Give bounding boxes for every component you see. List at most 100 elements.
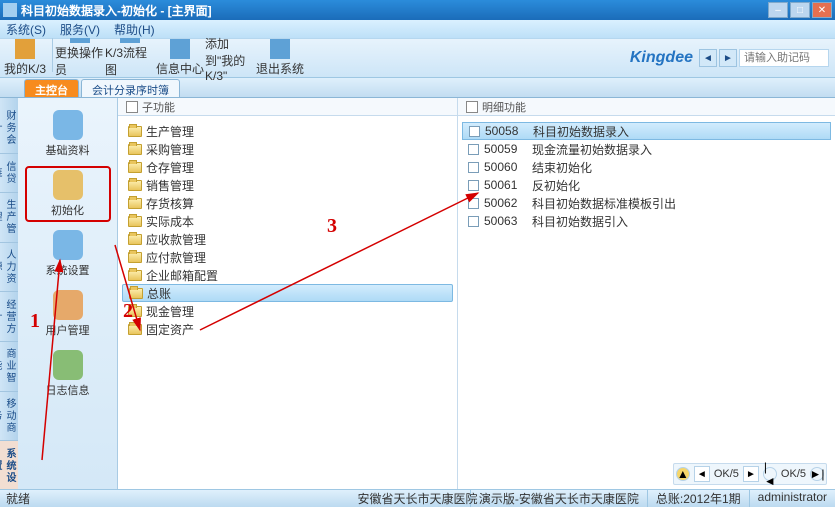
toolbar-我的K/3[interactable]: 我的K/3 bbox=[0, 38, 50, 78]
pager-first-button[interactable]: |◄ bbox=[763, 467, 777, 481]
nav-forward-button[interactable]: ► bbox=[719, 49, 737, 67]
close-button[interactable]: ✕ bbox=[812, 2, 832, 18]
sub-item-仓存管理[interactable]: 仓存管理 bbox=[122, 158, 453, 176]
content-area: 子功能 生产管理采购管理仓存管理销售管理存货核算实际成本应收款管理应付款管理企业… bbox=[118, 98, 835, 491]
sidetab-5[interactable]: 商业智能 bbox=[0, 342, 18, 392]
sidetab-0[interactable]: 财务会计 bbox=[0, 104, 18, 154]
pager-prev-button[interactable]: ◄ bbox=[694, 466, 710, 482]
detail-code: 50060 bbox=[484, 160, 524, 174]
sub-item-label: 仓存管理 bbox=[146, 159, 194, 176]
status-edition: 演示版-安徽省天长市天康医院 bbox=[470, 490, 647, 507]
tab-row: 主控台 会计分录序时簿 bbox=[0, 78, 835, 98]
sub-item-存货核算[interactable]: 存货核算 bbox=[122, 194, 453, 212]
detail-checkbox[interactable] bbox=[468, 216, 479, 227]
sub-item-实际成本[interactable]: 实际成本 bbox=[122, 212, 453, 230]
sub-item-企业邮箱配置[interactable]: 企业邮箱配置 bbox=[122, 266, 453, 284]
detail-label: 结束初始化 bbox=[532, 159, 592, 176]
nav-panel: 基础资料初始化系统设置用户管理日志信息 bbox=[18, 98, 118, 491]
tab-journal[interactable]: 会计分录序时簿 bbox=[81, 79, 180, 97]
toolbar-icon bbox=[120, 38, 140, 43]
statusbar: 就绪 安徽省天长市天康医院 演示版-安徽省天长市天康医院 总账:2012年1期 … bbox=[0, 489, 835, 507]
toolbar-icon bbox=[15, 39, 35, 59]
detail-item-50059[interactable]: 50059现金流量初始数据录入 bbox=[462, 140, 831, 158]
sub-item-应付款管理[interactable]: 应付款管理 bbox=[122, 248, 453, 266]
nav-item-用户管理[interactable]: 用户管理 bbox=[25, 286, 111, 342]
window-title: 科目初始数据录入-初始化 - [主界面] bbox=[21, 2, 768, 19]
detail-panel: 明细功能 50058科目初始数据录入50059现金流量初始数据录入 50060 结束… bbox=[458, 98, 835, 491]
sidetab-1[interactable]: 信贷链 bbox=[0, 154, 18, 193]
folder-icon bbox=[128, 252, 142, 263]
folder-icon bbox=[128, 234, 142, 245]
pager-next-button[interactable]: ► bbox=[743, 466, 759, 482]
toolbar-更换操作员[interactable]: 更换操作员 bbox=[55, 38, 105, 78]
sub-item-label: 总账 bbox=[147, 285, 171, 302]
nav-label: 用户管理 bbox=[46, 322, 90, 338]
folder-icon bbox=[128, 162, 142, 173]
sidetab-6[interactable]: 移动商务 bbox=[0, 392, 18, 442]
minimize-button[interactable]: – bbox=[768, 2, 788, 18]
sub-item-应收款管理[interactable]: 应收款管理 bbox=[122, 230, 453, 248]
menubar: 系统(S) 服务(V) 帮助(H) bbox=[0, 20, 835, 38]
detail-item-50058[interactable]: 50058科目初始数据录入 bbox=[462, 122, 831, 140]
sub-item-label: 现金管理 bbox=[146, 303, 194, 320]
nav-label: 初始化 bbox=[51, 202, 84, 218]
nav-item-初始化[interactable]: 初始化 bbox=[25, 166, 111, 222]
help-search-input[interactable] bbox=[739, 49, 829, 67]
sidetab-3[interactable]: 人力资源 bbox=[0, 243, 18, 293]
nav-item-系统设置[interactable]: 系统设置 bbox=[25, 226, 111, 282]
folder-icon bbox=[128, 270, 142, 281]
main-area: 财务会计信贷链生产管理人力资源经营方针商业智能移动商务系统设置 基础资料初始化系… bbox=[0, 98, 835, 491]
detail-label: 现金流量初始数据录入 bbox=[532, 141, 652, 158]
sidetab-7[interactable]: 系统设置 bbox=[0, 441, 18, 491]
tab-main-console[interactable]: 主控台 bbox=[24, 79, 79, 97]
menu-system[interactable]: 系统(S) bbox=[6, 21, 46, 38]
menu-service[interactable]: 服务(V) bbox=[60, 21, 100, 38]
sub-item-label: 企业邮箱配置 bbox=[146, 267, 218, 284]
status-period: 总账:2012年1期 bbox=[647, 490, 749, 507]
detail-checkbox[interactable] bbox=[468, 180, 479, 191]
sub-item-label: 实际成本 bbox=[146, 213, 194, 230]
folder-icon bbox=[129, 288, 143, 299]
detail-item-50061[interactable]: 50061反初始化 bbox=[462, 176, 831, 194]
maximize-button[interactable]: □ bbox=[790, 2, 810, 18]
menu-help[interactable]: 帮助(H) bbox=[114, 21, 155, 38]
detail-checkbox[interactable] bbox=[468, 162, 479, 173]
nav-item-基础资料[interactable]: 基础资料 bbox=[25, 106, 111, 162]
detail-checkbox[interactable] bbox=[468, 198, 479, 209]
sidetab-4[interactable]: 经营方针 bbox=[0, 292, 18, 342]
sub-item-固定资产[interactable]: 固定资产 bbox=[122, 320, 453, 338]
status-center: 安徽省天长市天康医院 bbox=[357, 490, 477, 507]
detail-panel-header: 明细功能 bbox=[458, 98, 835, 116]
nav-back-button[interactable]: ◄ bbox=[699, 49, 717, 67]
detail-label: 科目初始数据标准模板引出 bbox=[532, 195, 676, 212]
sub-item-label: 销售管理 bbox=[146, 177, 194, 194]
sidetab-2[interactable]: 生产管理 bbox=[0, 193, 18, 243]
toolbar-icon bbox=[170, 39, 190, 59]
sub-item-label: 应付款管理 bbox=[146, 249, 206, 266]
toolbar-退出系统[interactable]: 退出系统 bbox=[255, 38, 305, 78]
sub-item-生产管理[interactable]: 生产管理 bbox=[122, 122, 453, 140]
status-user: administrator bbox=[749, 490, 835, 507]
pager-last-button[interactable]: ►| bbox=[810, 467, 824, 481]
toolbar-K/3流程图[interactable]: K/3流程图 bbox=[105, 38, 155, 78]
folder-icon bbox=[128, 144, 142, 155]
toolbar-icon bbox=[70, 38, 90, 43]
detail-item-50063[interactable]: 50063科目初始数据引入 bbox=[462, 212, 831, 230]
sub-item-采购管理[interactable]: 采购管理 bbox=[122, 140, 453, 158]
toolbar-信息中心[interactable]: 信息中心 bbox=[155, 38, 205, 78]
detail-checkbox[interactable] bbox=[468, 144, 479, 155]
kingdee-logo: Kingdee bbox=[630, 49, 693, 67]
pager-up-button[interactable]: ▲ bbox=[676, 467, 690, 481]
detail-item-50060[interactable]: 50060 结束初始化 bbox=[462, 158, 831, 176]
sub-item-现金管理[interactable]: 现金管理 bbox=[122, 302, 453, 320]
detail-item-50062[interactable]: 50062科目初始数据标准模板引出 bbox=[462, 194, 831, 212]
sub-item-总账[interactable]: 总账 bbox=[122, 284, 453, 302]
toolbar-添加到"我的K/3"[interactable]: 添加到"我的K/3" bbox=[205, 38, 255, 78]
detail-checkbox[interactable] bbox=[469, 126, 480, 137]
toolbar-label: 信息中心 bbox=[156, 60, 204, 77]
nav-icon bbox=[53, 290, 83, 320]
sub-item-销售管理[interactable]: 销售管理 bbox=[122, 176, 453, 194]
nav-item-日志信息[interactable]: 日志信息 bbox=[25, 346, 111, 402]
detail-code: 50058 bbox=[485, 124, 525, 138]
folder-icon bbox=[128, 180, 142, 191]
